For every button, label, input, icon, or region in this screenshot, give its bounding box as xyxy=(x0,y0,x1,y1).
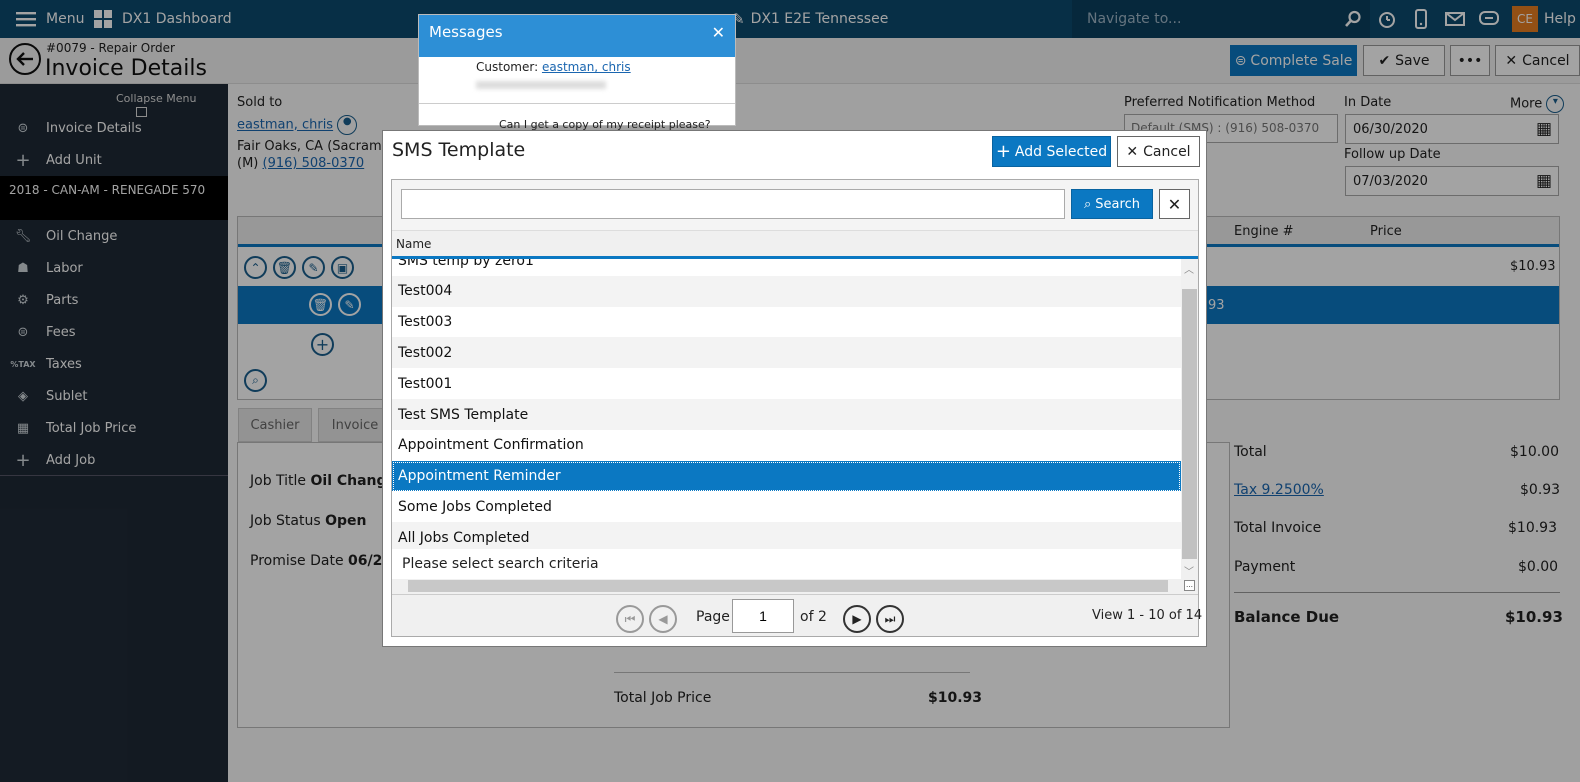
grid-pager: ⏮︎ ◀ Page of 2 ▶ ⏭︎ View 1 - 10 of 14 xyxy=(392,594,1202,636)
close-icon: ✕ xyxy=(1126,143,1139,160)
template-search-input[interactable] xyxy=(401,189,1065,219)
template-row[interactable]: Test004 xyxy=(392,275,1181,307)
template-row[interactable]: Test002 xyxy=(392,337,1181,369)
view-range: View 1 - 10 of 14 xyxy=(1092,608,1203,623)
template-name: Appointment Confirmation xyxy=(398,437,584,454)
add-selected-label: Add Selected xyxy=(1014,143,1108,160)
plus-icon: + xyxy=(995,141,1011,162)
name-column-header[interactable]: Name xyxy=(392,230,1198,259)
next-page-icon[interactable]: ▶ xyxy=(843,605,871,633)
template-row[interactable]: Appointment Confirmation xyxy=(392,429,1181,461)
ellipsis-icon[interactable]: … xyxy=(1184,580,1195,591)
template-row[interactable]: Some Jobs Completed xyxy=(392,491,1181,523)
template-name: SMS temp by zero1 xyxy=(398,259,534,269)
template-name: Test004 xyxy=(398,283,453,300)
grid-body: SMS temp by zero1 Test004 Test003 Test002 Te… xyxy=(392,259,1181,579)
dialog-cancel-button[interactable]: ✕ Cancel xyxy=(1117,136,1200,167)
page-label: Page xyxy=(696,609,730,625)
messages-divider xyxy=(419,103,735,104)
prev-page-icon[interactable]: ◀ xyxy=(649,605,677,633)
messages-customer-label: Customer: xyxy=(476,60,539,74)
page-number-input[interactable] xyxy=(732,599,794,633)
template-name: Test003 xyxy=(398,314,453,331)
blurred-phone xyxy=(476,81,606,89)
scroll-up-icon[interactable]: ︿ xyxy=(1184,261,1194,276)
template-row[interactable]: SMS temp by zero1 xyxy=(392,259,1181,276)
sms-template-dialog: SMS Template + Add Selected ✕ Cancel ⌕ Sear… xyxy=(382,130,1207,647)
last-page-icon[interactable]: ⏭︎ xyxy=(876,605,904,633)
clear-search-button[interactable]: ✕ xyxy=(1159,189,1190,219)
messages-customer-row: Customer: eastman, chris xyxy=(476,60,631,74)
messages-header: Messages ✕ xyxy=(419,15,735,57)
page-count: of 2 xyxy=(800,609,827,625)
template-name: All Jobs Completed xyxy=(398,529,530,546)
template-name: Test001 xyxy=(398,375,453,392)
template-row[interactable]: Test003 xyxy=(392,306,1181,338)
vertical-scrollbar[interactable]: ︿ ﹀ xyxy=(1181,259,1198,579)
template-name: Some Jobs Completed xyxy=(398,498,552,515)
search-icon: ⌕ xyxy=(1084,196,1092,212)
messages-panel: Messages ✕ Customer: eastman, chris Can … xyxy=(418,14,736,131)
messages-customer-link[interactable]: eastman, chris xyxy=(542,60,631,74)
template-name: Test SMS Template xyxy=(398,406,529,423)
search-button[interactable]: ⌕ Search xyxy=(1071,189,1153,219)
messages-title: Messages xyxy=(429,23,503,41)
scroll-down-icon[interactable]: ﹀ xyxy=(1184,563,1194,578)
dialog-cancel-label: Cancel xyxy=(1143,143,1191,160)
template-grid: ⌕ Search ✕ Name SMS temp by zero1 Test004 T… xyxy=(391,179,1202,637)
add-selected-button[interactable]: + Add Selected xyxy=(992,136,1111,167)
horizontal-scrollbar[interactable]: … xyxy=(392,579,1198,594)
h-scrollbar-thumb[interactable] xyxy=(408,580,1168,592)
template-row[interactable]: Test SMS Template xyxy=(392,399,1181,430)
template-name: Appointment Reminder xyxy=(398,468,561,485)
search-label: Search xyxy=(1095,196,1140,212)
template-row[interactable]: Appointment Reminder xyxy=(392,460,1181,492)
template-name: Test002 xyxy=(398,344,453,361)
criteria-message: Please select search criteria xyxy=(392,549,1181,579)
close-icon: ✕ xyxy=(1167,194,1182,214)
grid-toolbar: ⌕ Search ✕ xyxy=(392,180,1198,230)
template-row[interactable]: Test001 xyxy=(392,368,1181,400)
dialog-title: SMS Template xyxy=(392,139,526,161)
scrollbar-thumb[interactable] xyxy=(1182,289,1197,559)
close-icon[interactable]: ✕ xyxy=(712,23,725,42)
first-page-icon[interactable]: ⏮︎ xyxy=(616,605,644,633)
